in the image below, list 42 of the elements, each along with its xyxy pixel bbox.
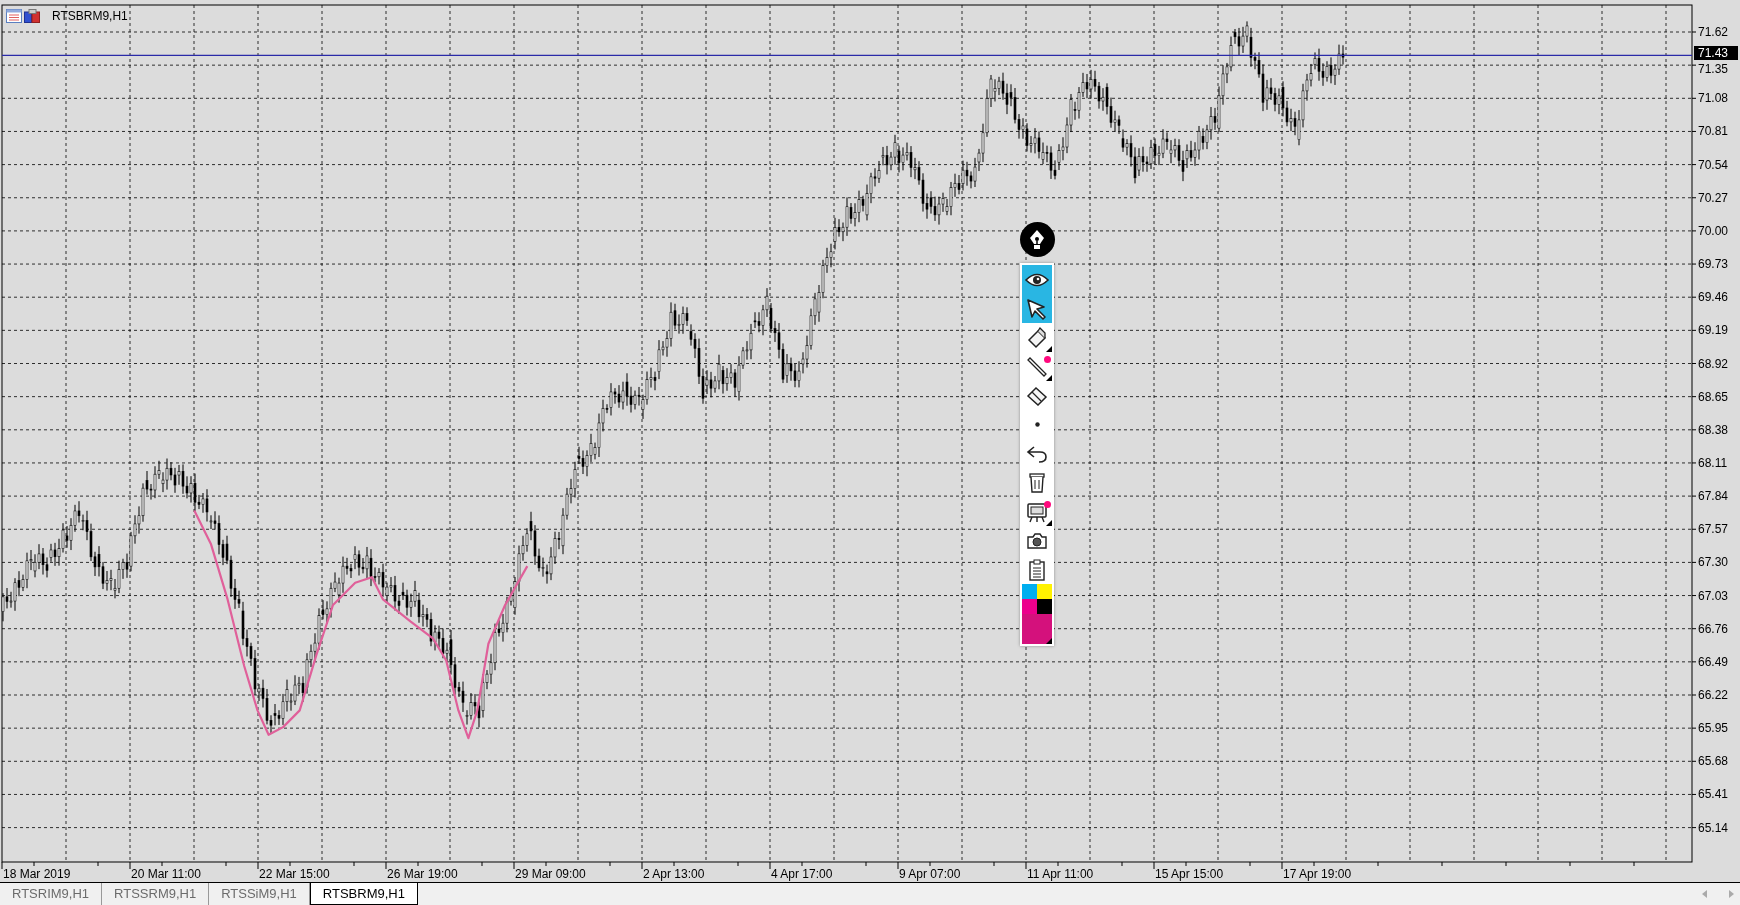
time-label: 2 Apr 13:00 <box>643 867 705 881</box>
price-label: 70.00 <box>1698 223 1729 238</box>
time-label: 9 Apr 07:00 <box>899 867 961 881</box>
price-label: 69.19 <box>1698 323 1729 338</box>
price-label: 70.54 <box>1698 157 1729 172</box>
price-label: 66.22 <box>1698 688 1729 702</box>
price-label: 71.35 <box>1698 62 1729 77</box>
time-label: 22 Mar 15:00 <box>259 867 330 881</box>
price-label: 71.62 <box>1698 25 1729 39</box>
price-label: 67.84 <box>1698 489 1729 504</box>
current-price-badge: 71.43 <box>1694 46 1738 61</box>
time-label: 18 Mar 2019 <box>3 867 71 881</box>
time-label: 26 Mar 19:00 <box>387 867 458 881</box>
price-label: 65.95 <box>1698 721 1729 736</box>
price-label: 69.46 <box>1698 290 1729 305</box>
price-label: 70.27 <box>1698 190 1729 205</box>
price-label: 69.73 <box>1698 257 1729 272</box>
chart-tab[interactable]: RTSSiM9,H1 <box>209 883 310 905</box>
price-label: 65.41 <box>1698 787 1729 802</box>
price-label: 67.03 <box>1698 588 1729 603</box>
time-label: 29 Mar 09:00 <box>515 867 586 881</box>
time-label: 15 Apr 15:00 <box>1155 867 1224 881</box>
time-label: 20 Mar 11:00 <box>131 867 201 881</box>
price-label: 71.08 <box>1698 91 1729 106</box>
price-label: 68.38 <box>1698 422 1729 437</box>
time-label: 4 Apr 17:00 <box>771 867 833 881</box>
price-label: 70.81 <box>1698 124 1729 139</box>
chart-tab[interactable]: RTSBRM9,H1 <box>309 883 418 905</box>
price-label: 66.49 <box>1698 654 1729 669</box>
chart-tab[interactable]: RTSSRM9,H1 <box>102 883 210 905</box>
chart-tab[interactable]: RTSRIM9,H1 <box>0 883 103 905</box>
price-label: 68.65 <box>1698 389 1729 404</box>
price-label: 67.57 <box>1698 522 1729 537</box>
price-label: 65.68 <box>1698 754 1729 769</box>
price-label: 68.92 <box>1698 356 1729 371</box>
price-label: 67.30 <box>1698 555 1729 570</box>
chart-title: RTSBRM9,H1 <box>52 9 128 23</box>
price-label: 68.11 <box>1698 455 1728 470</box>
price-label: 65.14 <box>1698 820 1729 835</box>
price-label: 66.76 <box>1698 621 1729 636</box>
time-label: 11 Apr 11:00 <box>1027 867 1094 881</box>
time-label: 17 Apr 19:00 <box>1283 867 1352 881</box>
